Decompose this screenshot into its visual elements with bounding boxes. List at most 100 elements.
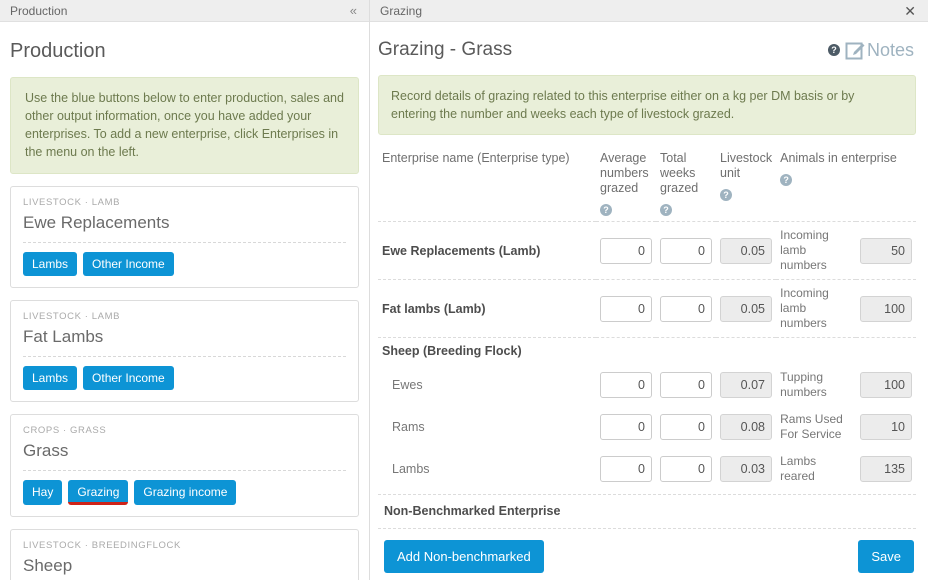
- column-help-wrap: ?: [660, 202, 712, 217]
- total-weeks-grazed-input[interactable]: [660, 238, 712, 264]
- total-weeks-grazed-input[interactable]: [660, 456, 712, 482]
- column-header-animals-in-enterprise: Animals in enterprise ?: [776, 151, 916, 222]
- row-animal-cell: [856, 448, 916, 490]
- row-weeks-cell: [656, 222, 716, 280]
- row-weeks-cell: [656, 406, 716, 448]
- production-panel-title: Production: [10, 4, 67, 18]
- enterprise-action-button-active[interactable]: Grazing: [68, 480, 128, 505]
- enterprise-card-eyebrow: CROPS · GRASS: [23, 425, 346, 436]
- production-panel-body: Production Use the blue buttons below to…: [0, 22, 369, 580]
- question-circle-icon[interactable]: ?: [780, 174, 792, 186]
- notes-link[interactable]: Notes: [845, 40, 914, 61]
- column-header-label: Livestock unit: [720, 151, 772, 180]
- row-average-cell: [596, 448, 656, 490]
- grazing-table-header-row: Enterprise name (Enterprise type) Averag…: [378, 151, 916, 222]
- question-circle-icon[interactable]: ?: [660, 204, 672, 216]
- column-header-label: Total weeks grazed: [660, 151, 698, 195]
- table-row: Lambs Lambs reared: [378, 448, 916, 490]
- group-name: Sheep (Breeding Flock): [378, 338, 916, 365]
- row-animal-label: Rams Used For Service: [776, 406, 856, 448]
- row-animal-label: Incoming lamb numbers: [776, 222, 856, 280]
- enterprise-card-buttons: Hay Grazing Grazing income: [23, 480, 346, 505]
- production-info-box: Use the blue buttons below to enter prod…: [10, 77, 359, 174]
- animals-in-enterprise-input: [860, 238, 912, 264]
- save-button[interactable]: Save: [858, 540, 914, 573]
- edit-pencil-square-icon: [845, 40, 865, 60]
- average-numbers-grazed-input[interactable]: [600, 456, 652, 482]
- table-group-header-row: Sheep (Breeding Flock): [378, 338, 916, 365]
- notes-label: Notes: [867, 40, 914, 61]
- grazing-section-title: Grazing - Grass: [378, 39, 828, 61]
- table-row: Rams Rams Used For Service: [378, 406, 916, 448]
- enterprise-card: LIVESTOCK · LAMB Fat Lambs Lambs Other I…: [10, 300, 359, 402]
- average-numbers-grazed-input[interactable]: [600, 296, 652, 322]
- row-animal-label: Lambs reared: [776, 448, 856, 490]
- row-average-cell: [596, 364, 656, 406]
- row-average-cell: [596, 280, 656, 338]
- average-numbers-grazed-input[interactable]: [600, 372, 652, 398]
- grazing-table: Enterprise name (Enterprise type) Averag…: [378, 151, 916, 490]
- grazing-panel-titlebar: Grazing ✕: [370, 0, 928, 22]
- column-header-enterprise-name: Enterprise name (Enterprise type): [378, 151, 596, 222]
- enterprise-card-title: Grass: [23, 441, 346, 461]
- enterprise-card-buttons: Lambs Other Income: [23, 252, 346, 276]
- livestock-unit-input: [720, 296, 772, 322]
- total-weeks-grazed-input[interactable]: [660, 372, 712, 398]
- grazing-info-box: Record details of grazing related to thi…: [378, 75, 916, 135]
- row-unit-cell: [716, 222, 776, 280]
- row-average-cell: [596, 406, 656, 448]
- question-circle-icon[interactable]: ?: [600, 204, 612, 216]
- row-average-cell: [596, 222, 656, 280]
- row-animal-label: Incoming lamb numbers: [776, 280, 856, 338]
- question-circle-icon[interactable]: ?: [828, 44, 840, 56]
- row-unit-cell: [716, 448, 776, 490]
- enterprise-action-button[interactable]: Lambs: [23, 366, 77, 390]
- livestock-unit-input: [720, 456, 772, 482]
- total-weeks-grazed-input[interactable]: [660, 296, 712, 322]
- row-animal-cell: [856, 280, 916, 338]
- row-unit-cell: [716, 364, 776, 406]
- livestock-unit-input: [720, 238, 772, 264]
- column-header-total-weeks-grazed: Total weeks grazed ?: [656, 151, 716, 222]
- add-non-benchmarked-button[interactable]: Add Non-benchmarked: [384, 540, 544, 573]
- column-header-livestock-unit: Livestock unit ?: [716, 151, 776, 222]
- app-root: Production « Production Use the blue but…: [0, 0, 928, 580]
- table-row: Ewe Replacements (Lamb) Incoming lamb nu…: [378, 222, 916, 280]
- grazing-footer-actions: Add Non-benchmarked Save: [378, 529, 916, 573]
- row-animal-cell: [856, 222, 916, 280]
- column-help-wrap: ?: [720, 187, 772, 202]
- livestock-unit-input: [720, 414, 772, 440]
- animals-in-enterprise-input: [860, 414, 912, 440]
- animals-in-enterprise-input: [860, 296, 912, 322]
- enterprise-card-eyebrow: LIVESTOCK · BREEDINGFLOCK: [23, 540, 346, 551]
- enterprise-action-button[interactable]: Lambs: [23, 252, 77, 276]
- grazing-table-body: Ewe Replacements (Lamb) Incoming lamb nu…: [378, 222, 916, 491]
- card-divider: [23, 470, 346, 471]
- average-numbers-grazed-input[interactable]: [600, 238, 652, 264]
- question-circle-icon[interactable]: ?: [720, 189, 732, 201]
- grazing-table-head: Enterprise name (Enterprise type) Averag…: [378, 151, 916, 222]
- enterprise-action-button[interactable]: Other Income: [83, 252, 174, 276]
- enterprise-action-button[interactable]: Hay: [23, 480, 62, 505]
- row-unit-cell: [716, 280, 776, 338]
- livestock-unit-input: [720, 372, 772, 398]
- column-header-average-numbers-grazed: Average numbers grazed ?: [596, 151, 656, 222]
- column-help-wrap: ?: [600, 202, 652, 217]
- row-animal-cell: [856, 364, 916, 406]
- enterprise-card-title: Sheep: [23, 556, 346, 576]
- enterprise-card-eyebrow: LIVESTOCK · LAMB: [23, 311, 346, 322]
- enterprise-card-title: Ewe Replacements: [23, 213, 346, 233]
- grazing-panel: Grazing ✕ Grazing - Grass ? Notes: [370, 0, 928, 580]
- non-benchmarked-label: Non-Benchmarked Enterprise: [378, 495, 916, 524]
- chevron-double-left-icon[interactable]: «: [348, 4, 359, 17]
- average-numbers-grazed-input[interactable]: [600, 414, 652, 440]
- grazing-header-row: Grazing - Grass ? Notes: [378, 22, 916, 61]
- table-row: Ewes Tupping numbers: [378, 364, 916, 406]
- total-weeks-grazed-input[interactable]: [660, 414, 712, 440]
- row-enterprise-name: Ewe Replacements (Lamb): [378, 222, 596, 280]
- row-enterprise-name: Ewes: [378, 364, 596, 406]
- enterprise-action-button[interactable]: Other Income: [83, 366, 174, 390]
- enterprise-action-button[interactable]: Grazing income: [134, 480, 236, 505]
- grazing-panel-title: Grazing: [380, 4, 422, 18]
- close-icon[interactable]: ✕: [902, 4, 918, 18]
